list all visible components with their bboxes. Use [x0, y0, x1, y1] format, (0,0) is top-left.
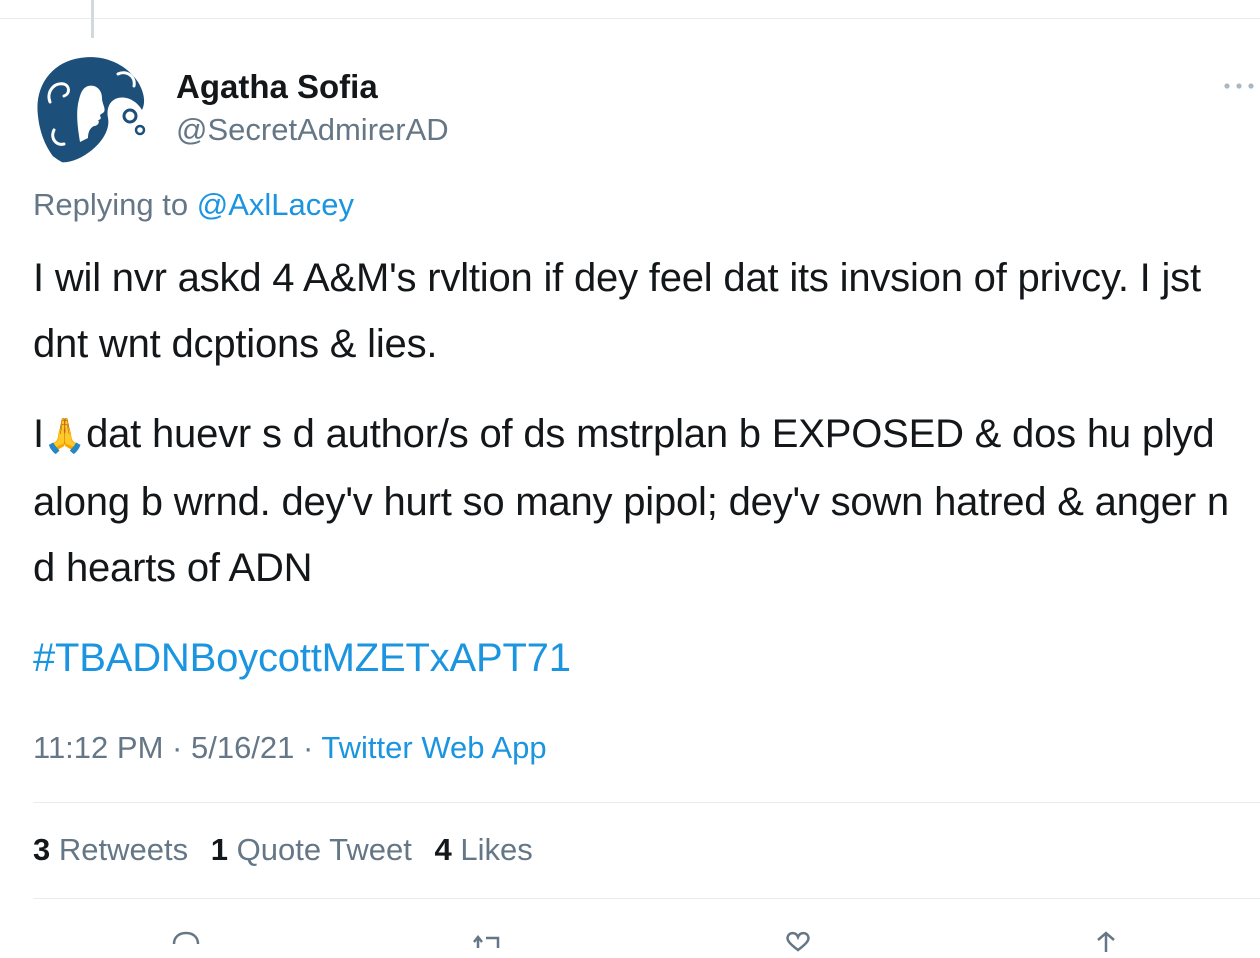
tweet-paragraph-2-start: I: [33, 412, 44, 456]
replying-to-line: Replying to @AxlLacey: [33, 187, 354, 223]
retweets-count: 3: [33, 832, 51, 867]
share-icon[interactable]: [1086, 928, 1126, 958]
thread-connector-line: [91, 0, 94, 38]
tweet-date[interactable]: 5/16/21: [191, 730, 294, 765]
replying-to-handle-link[interactable]: @AxlLacey: [197, 187, 354, 222]
likes-label: Likes: [460, 832, 533, 867]
engagement-stats: 3 Retweets 1 Quote Tweet 4 Likes: [33, 832, 547, 868]
tweet-paragraph-2: I🙏dat huevr s d author/s of ds mstrplan …: [33, 401, 1233, 601]
tweet-paragraph-2-rest: dat huevr s d author/s of ds mstrplan b …: [33, 412, 1229, 590]
meta-separator: ·: [303, 730, 314, 765]
tweet-text: I wil nvr askd 4 A&M's rvltion if dey fe…: [33, 245, 1233, 691]
author-display-name[interactable]: Agatha Sofia: [176, 68, 378, 106]
likes-stat[interactable]: 4 Likes: [434, 832, 532, 867]
quote-tweets-stat[interactable]: 1 Quote Tweet: [211, 832, 412, 867]
tweet-paragraph-1: I wil nvr askd 4 A&M's rvltion if dey fe…: [33, 256, 1201, 366]
quote-tweets-count: 1: [210, 832, 228, 867]
meta-separator: ·: [172, 730, 183, 765]
retweets-stat[interactable]: 3 Retweets: [33, 832, 188, 867]
stats-top-divider: [33, 802, 1260, 803]
quote-tweets-label: Quote Tweet: [236, 832, 412, 867]
author-handle[interactable]: @SecretAdmirerAD: [176, 112, 449, 148]
folded-hands-emoji-icon: 🙏: [43, 416, 87, 456]
avatar[interactable]: [30, 46, 154, 170]
reply-icon[interactable]: [166, 928, 206, 958]
hashtag-link[interactable]: #TBADNBoycottMZETxAPT71: [33, 625, 1233, 691]
tweet-time[interactable]: 11:12 PM: [33, 730, 163, 765]
more-options-icon[interactable]: [1222, 76, 1256, 96]
tweet-source-link[interactable]: Twitter Web App: [321, 730, 546, 765]
retweet-icon[interactable]: [468, 928, 508, 958]
likes-count: 4: [434, 832, 452, 867]
like-heart-icon[interactable]: [778, 928, 818, 958]
tweet-metadata: 11:12 PM · 5/16/21 · Twitter Web App: [33, 730, 547, 766]
stats-bottom-divider: [33, 898, 1260, 899]
replying-to-label: Replying to: [33, 187, 189, 222]
retweets-label: Retweets: [58, 832, 189, 867]
top-divider: [0, 18, 1260, 19]
woman-silhouette-avatar-icon: [30, 46, 154, 170]
